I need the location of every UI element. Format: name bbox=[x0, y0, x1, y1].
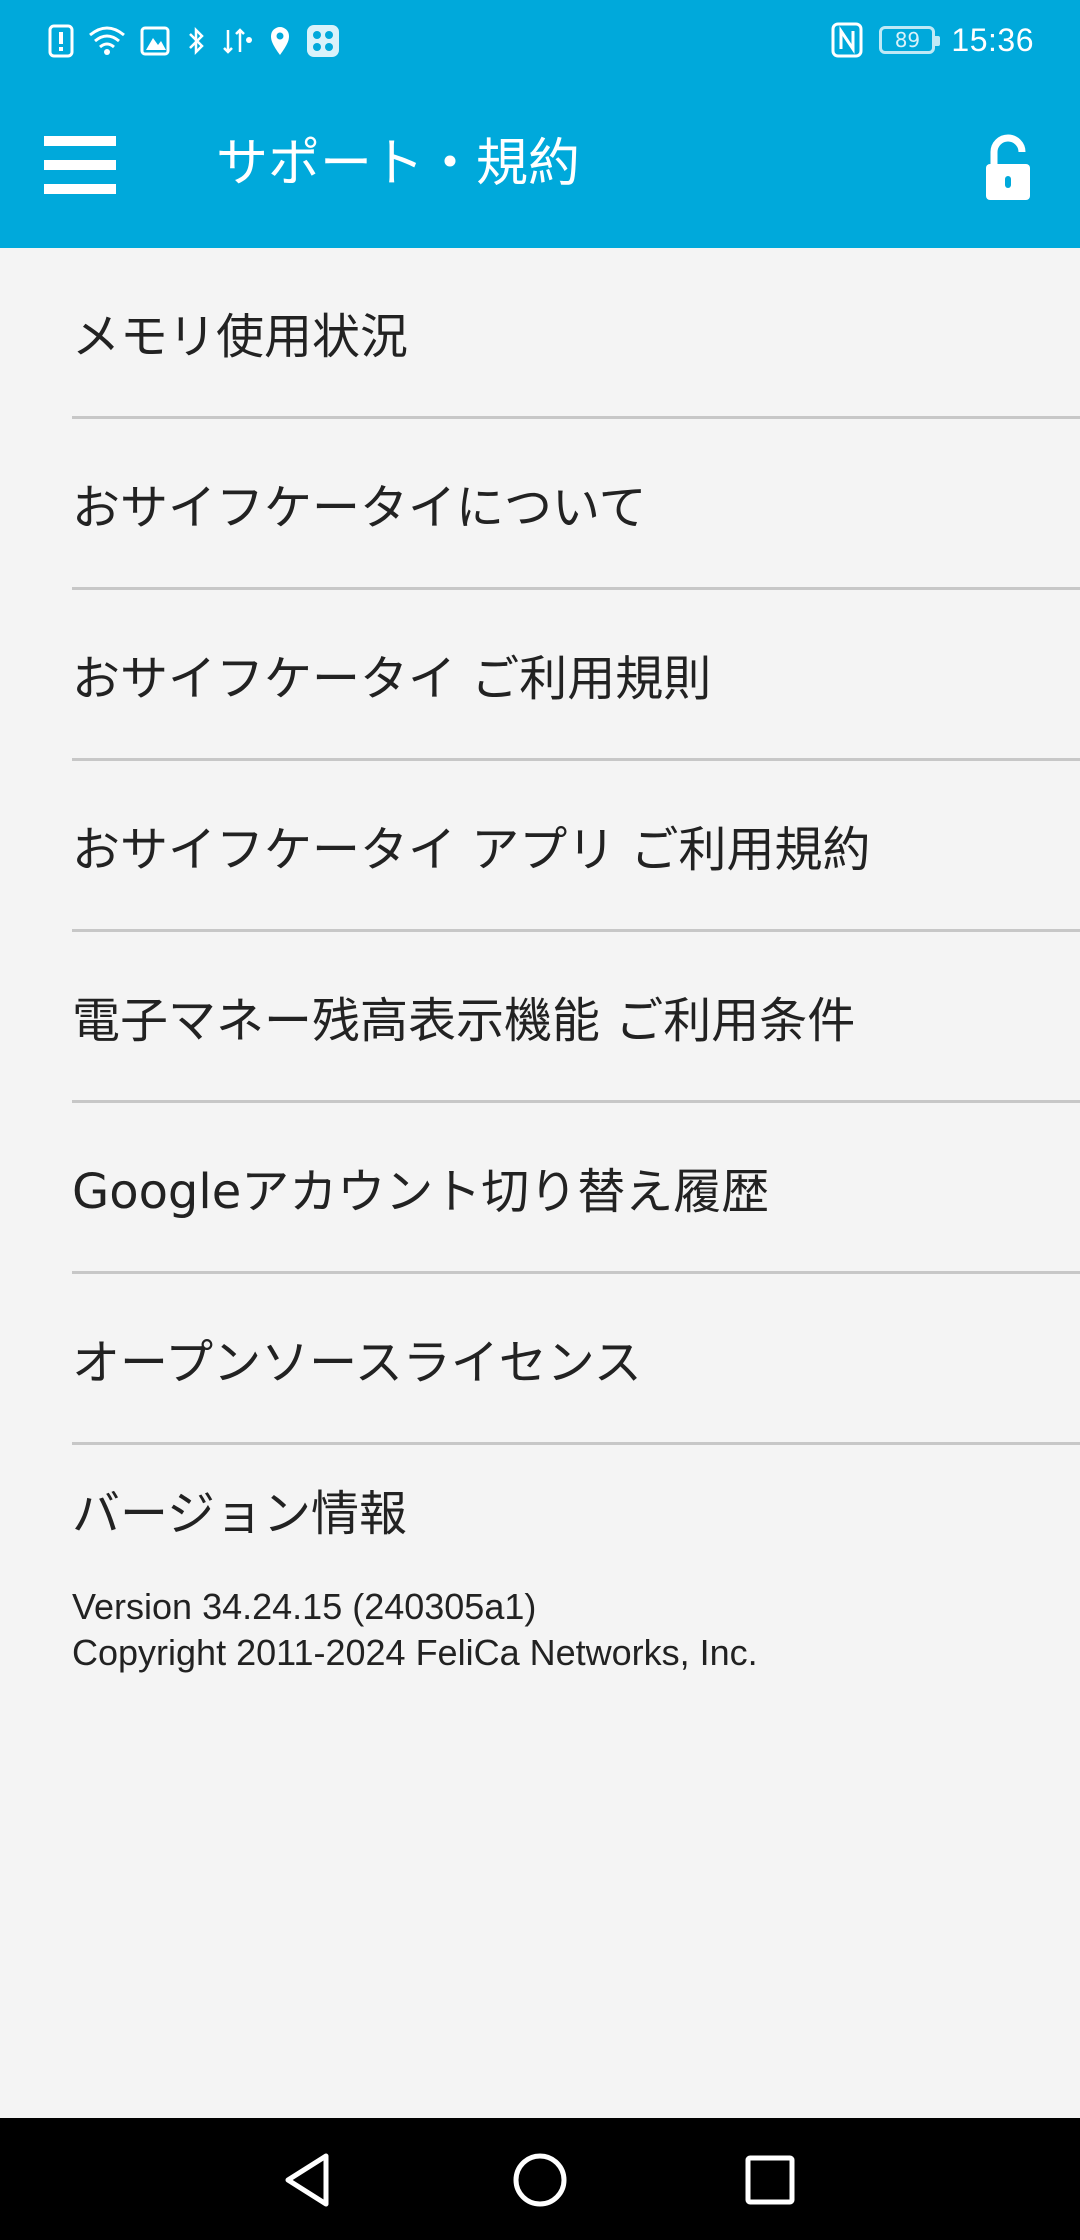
version-details: Version 34.24.15 (240305a1) Copyright 20… bbox=[72, 1584, 1052, 1676]
version-section: バージョン情報 Version 34.24.15 (240305a1) Copy… bbox=[72, 1448, 1052, 1676]
version-number: Version 34.24.15 (240305a1) bbox=[72, 1586, 537, 1627]
nfc-icon bbox=[831, 22, 863, 58]
hamburger-menu-icon[interactable] bbox=[40, 130, 130, 200]
home-icon[interactable] bbox=[508, 2148, 572, 2212]
list-item-label: 電子マネー残高表示機能 ご利用条件 bbox=[72, 993, 856, 1049]
list-item-balance-display-terms[interactable]: 電子マネー残高表示機能 ご利用条件 bbox=[72, 932, 1080, 1103]
bluetooth-like-icon bbox=[189, 26, 204, 56]
list-item-usage-rules[interactable]: おサイフケータイ ご利用規則 bbox=[72, 590, 1080, 761]
menu-bar-line bbox=[44, 160, 116, 170]
battery-icon: 89 bbox=[879, 26, 941, 54]
status-icons-right: 89 15:36 bbox=[831, 18, 1034, 62]
battery-level: 89 bbox=[894, 28, 921, 52]
status-bar: 89 15:36 bbox=[0, 0, 1080, 80]
list-item-google-account-history[interactable]: Googleアカウント切り替え履歴 bbox=[72, 1103, 1080, 1274]
back-icon[interactable] bbox=[276, 2148, 340, 2212]
menu-bar-line bbox=[44, 184, 116, 194]
unlock-icon[interactable] bbox=[976, 132, 1040, 204]
list-item-about-osaifu[interactable]: おサイフケータイについて bbox=[72, 419, 1080, 590]
list-item-label: おサイフケータイ アプリ ご利用規約 bbox=[72, 822, 871, 878]
list-item-label: メモリ使用状況 bbox=[72, 309, 409, 365]
copyright-text: Copyright 2011-2024 FeliCa Networks, Inc… bbox=[72, 1632, 758, 1673]
app-grid-icon bbox=[307, 25, 339, 57]
version-title: バージョン情報 bbox=[72, 1486, 408, 1542]
settings-list: メモリ使用状況 おサイフケータイについて おサイフケータイ ご利用規則 おサイフ… bbox=[0, 248, 1080, 1445]
list-item-label: おサイフケータイについて bbox=[72, 480, 647, 536]
status-icons-left bbox=[48, 22, 340, 60]
list-item-label: Googleアカウント切り替え履歴 bbox=[72, 1164, 770, 1220]
recents-icon[interactable] bbox=[738, 2148, 802, 2212]
page-title: サポート・規約 bbox=[216, 134, 581, 194]
image-icon bbox=[140, 26, 170, 56]
location-icon bbox=[271, 27, 289, 55]
list-item-app-terms[interactable]: おサイフケータイ アプリ ご利用規約 bbox=[72, 761, 1080, 932]
list-item-open-source-licenses[interactable]: オープンソースライセンス bbox=[72, 1274, 1080, 1445]
menu-bar-line bbox=[44, 136, 116, 146]
list-item-label: オープンソースライセンス bbox=[72, 1335, 642, 1391]
network-icon bbox=[223, 28, 252, 54]
wifi-icon bbox=[89, 26, 125, 55]
alert-icon bbox=[48, 24, 74, 58]
app-bar: サポート・規約 bbox=[0, 80, 1080, 248]
list-item-memory-usage[interactable]: メモリ使用状況 bbox=[72, 248, 1080, 419]
navigation-bar bbox=[0, 2118, 1080, 2240]
status-time: 15:36 bbox=[951, 21, 1034, 58]
list-item-label: おサイフケータイ ご利用規則 bbox=[72, 651, 712, 707]
